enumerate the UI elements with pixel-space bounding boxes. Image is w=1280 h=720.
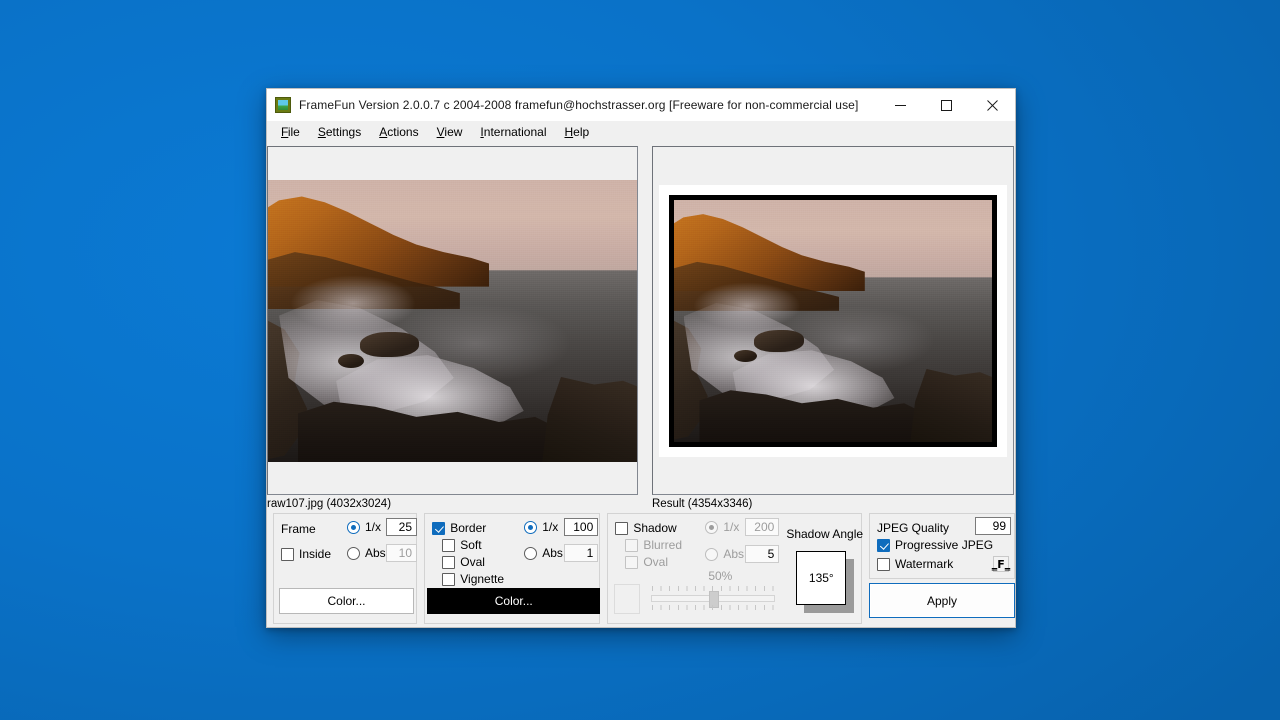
window-controls bbox=[877, 89, 1015, 121]
result-preview-box[interactable] bbox=[652, 146, 1014, 495]
source-photo bbox=[268, 179, 637, 462]
jpeg-quality-label: JPEG Quality bbox=[877, 521, 950, 535]
border-panel: Border Soft Oval Vignette 1/x 100 Abs. 1… bbox=[424, 513, 601, 624]
menu-label-view: iew bbox=[444, 125, 463, 139]
menu-item-file[interactable]: File bbox=[273, 122, 308, 142]
shadow-color-swatch[interactable] bbox=[614, 584, 641, 614]
watermark-checkbox[interactable] bbox=[877, 557, 890, 571]
menu-item-help[interactable]: Help bbox=[556, 122, 597, 142]
shadow-panel: Shadow Blurred Oval 1/x 200 Abs. 5 50% S… bbox=[607, 513, 864, 624]
menu-bar: File Settings Actions View International… bbox=[267, 121, 1015, 143]
shadow-1x-value[interactable]: 200 bbox=[745, 518, 780, 536]
result-framed-image bbox=[659, 184, 1007, 457]
frame-title: Frame bbox=[281, 522, 316, 536]
result-preview-column: Result (4354x3346) bbox=[641, 143, 1015, 513]
menu-label-international: nternational bbox=[483, 125, 547, 139]
soft-label: Soft bbox=[460, 538, 482, 552]
jpeg-quality-value[interactable]: 99 bbox=[975, 517, 1011, 535]
menu-item-actions[interactable]: Actions bbox=[371, 122, 426, 142]
shadow-label: Shadow bbox=[633, 521, 677, 535]
title-bar[interactable]: FrameFun Version 2.0.0.7 c 2004-2008 fra… bbox=[267, 89, 1015, 121]
frame-1x-value[interactable]: 25 bbox=[386, 518, 417, 536]
shadow-checkbox[interactable] bbox=[615, 521, 629, 535]
inside-checkbox[interactable] bbox=[281, 547, 294, 561]
inside-label: Inside bbox=[299, 547, 332, 561]
shadow-abs-value[interactable]: 5 bbox=[745, 545, 780, 563]
picture-frame-icon bbox=[275, 97, 291, 113]
border-mode-abs-radio[interactable] bbox=[524, 546, 538, 560]
shadow-angle-title: Shadow Angle bbox=[786, 527, 864, 541]
shadow-opacity-slider[interactable] bbox=[651, 584, 776, 610]
slider-ticks-bottom bbox=[652, 605, 775, 610]
result-border bbox=[669, 194, 997, 447]
preview-area: raw107.jpg (4032x3024) Result (4354x3346… bbox=[267, 143, 1015, 513]
frame-mode-1x-radio[interactable] bbox=[347, 520, 360, 534]
border-mode-1x-label: 1/x bbox=[542, 520, 559, 534]
border-label: Border bbox=[450, 521, 487, 535]
shadow-angle-value[interactable]: 135° bbox=[796, 551, 847, 605]
shadow-opacity-label: 50% bbox=[708, 569, 733, 583]
progressive-jpeg-label: Progressive JPEG bbox=[895, 538, 994, 552]
vignette-checkbox[interactable] bbox=[442, 572, 456, 586]
menu-item-international[interactable]: International bbox=[472, 122, 554, 142]
maximize-button[interactable] bbox=[923, 89, 969, 121]
menu-item-view[interactable]: View bbox=[429, 122, 471, 142]
border-mode-abs-label: Abs. bbox=[542, 546, 567, 560]
frame-mode-abs-radio[interactable] bbox=[347, 546, 360, 560]
menu-item-settings[interactable]: Settings bbox=[310, 122, 369, 142]
frame-abs-value[interactable]: 10 bbox=[386, 544, 417, 562]
shadow-mode-1x-radio[interactable] bbox=[705, 520, 719, 534]
border-oval-label: Oval bbox=[460, 555, 485, 569]
source-preview-box[interactable] bbox=[267, 146, 638, 495]
watermark-label: Watermark bbox=[895, 557, 954, 571]
menu-label-help: elp bbox=[573, 125, 590, 139]
result-photo bbox=[674, 199, 992, 442]
minimize-button[interactable] bbox=[877, 89, 923, 121]
source-caption: raw107.jpg (4032x3024) bbox=[267, 498, 392, 510]
frame-color-button[interactable]: Color... bbox=[279, 588, 414, 614]
source-preview-column: raw107.jpg (4032x3024) bbox=[267, 143, 639, 513]
shadow-mode-abs-label: Abs. bbox=[723, 547, 748, 561]
frame-mode-1x-label: 1/x bbox=[365, 520, 382, 534]
window-title: FrameFun Version 2.0.0.7 c 2004-2008 fra… bbox=[299, 98, 859, 112]
menu-label-file: ile bbox=[287, 125, 300, 139]
border-abs-value[interactable]: 1 bbox=[564, 544, 599, 562]
border-oval-checkbox[interactable] bbox=[442, 555, 456, 569]
framefun-window: FrameFun Version 2.0.0.7 c 2004-2008 fra… bbox=[266, 88, 1016, 628]
controls-area: Frame Inside 1/x 25 Abs. 10 Color... Bor… bbox=[267, 513, 1015, 627]
shadow-mode-1x-label: 1/x bbox=[723, 520, 740, 534]
apply-button[interactable]: Apply bbox=[869, 583, 1015, 618]
shadow-mode-abs-radio[interactable] bbox=[705, 547, 719, 561]
shadow-oval-checkbox[interactable] bbox=[625, 555, 639, 569]
close-button[interactable] bbox=[969, 89, 1015, 121]
border-color-button[interactable]: Color... bbox=[427, 588, 601, 614]
blurred-label: Blurred bbox=[643, 538, 683, 552]
border-mode-1x-radio[interactable] bbox=[524, 520, 538, 534]
border-1x-value[interactable]: 100 bbox=[564, 518, 599, 536]
menu-label-settings: ettings bbox=[325, 125, 362, 139]
frame-panel: Frame Inside 1/x 25 Abs. 10 Color... bbox=[273, 513, 418, 624]
progressive-jpeg-checkbox[interactable] bbox=[877, 538, 890, 552]
menu-label-actions: ctions bbox=[387, 125, 419, 139]
result-caption: Result (4354x3346) bbox=[652, 498, 753, 510]
vignette-label: Vignette bbox=[460, 572, 505, 586]
jpeg-panel: JPEG Quality 99 Progressive JPEG Waterma… bbox=[869, 513, 1015, 579]
shadow-angle-widget[interactable]: 135° bbox=[796, 551, 855, 613]
border-checkbox[interactable] bbox=[432, 521, 446, 535]
output-column: JPEG Quality 99 Progressive JPEG Waterma… bbox=[862, 513, 1015, 618]
soft-checkbox[interactable] bbox=[442, 538, 456, 552]
blurred-checkbox[interactable] bbox=[625, 538, 639, 552]
font-picker-icon[interactable]: ‗F‗ bbox=[992, 556, 1010, 572]
shadow-oval-label: Oval bbox=[643, 555, 669, 569]
